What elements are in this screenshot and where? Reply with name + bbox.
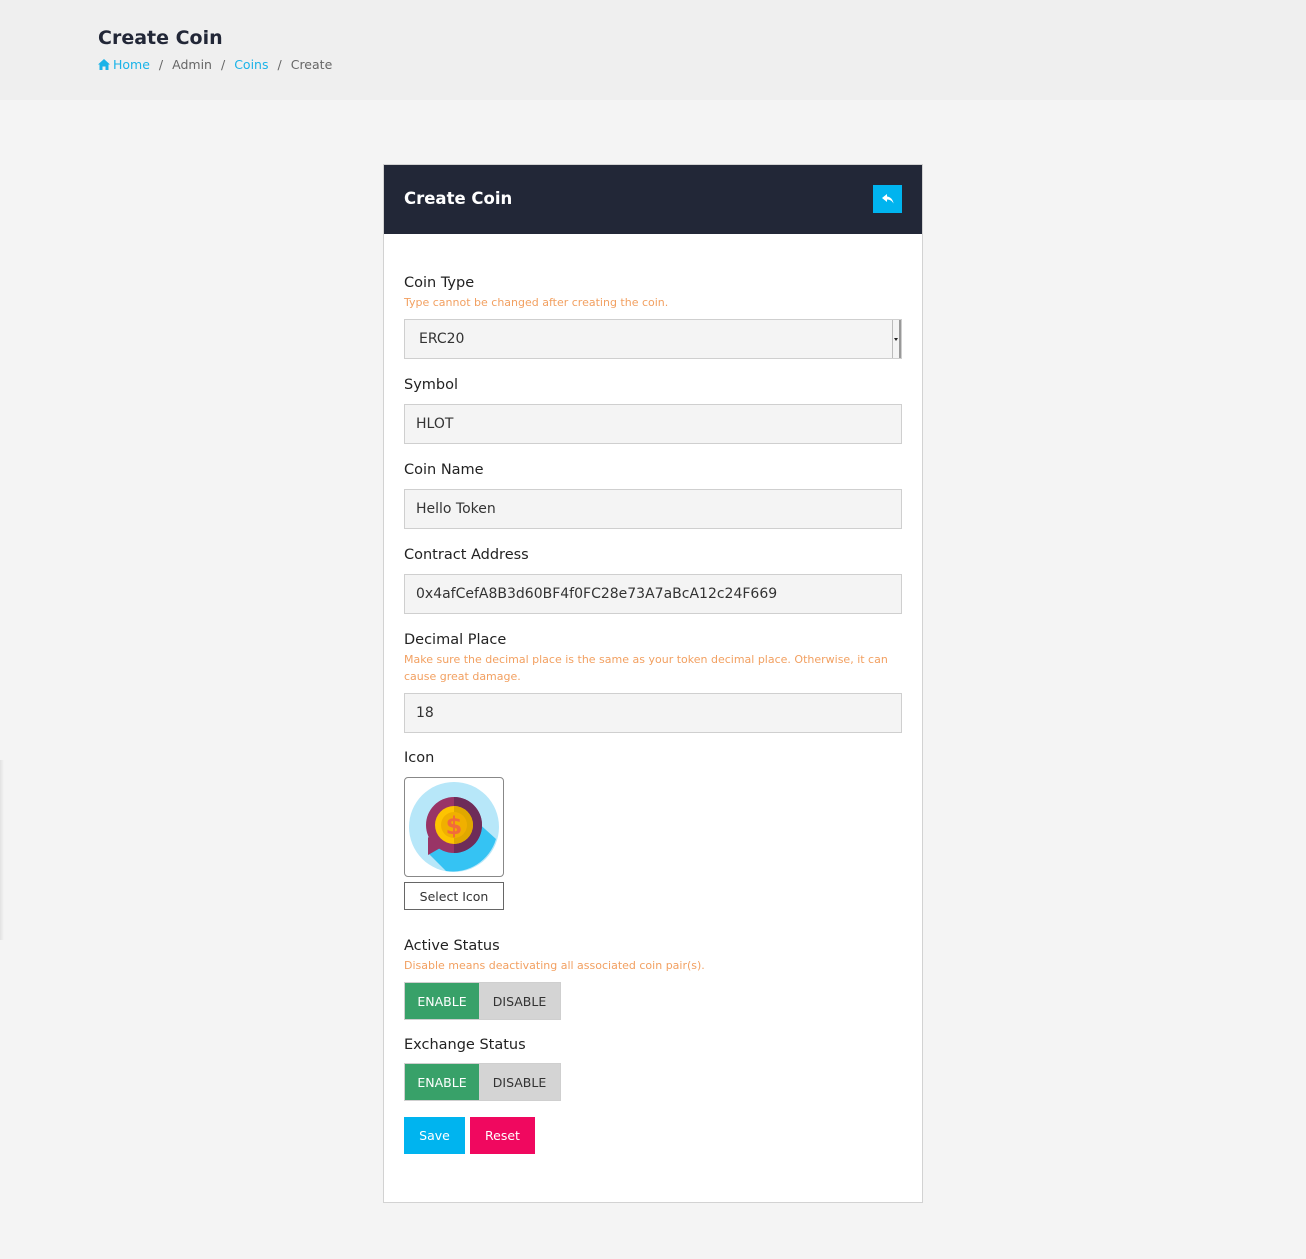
coin-type-value: ERC20 (419, 331, 465, 347)
coin-dollar-chat-icon: $ (409, 782, 499, 872)
decimal-place-hint: Make sure the decimal place is the same … (404, 653, 888, 683)
exchange-status-label: Exchange Status (404, 1037, 526, 1053)
coin-type-group: Coin Type Type cannot be changed after c… (404, 275, 902, 359)
card-title: Create Coin (404, 189, 513, 208)
active-status-disable[interactable]: DISABLE (479, 983, 560, 1019)
page-title: Create Coin (98, 27, 223, 49)
save-button[interactable]: Save (404, 1117, 465, 1154)
decimal-place-group: Decimal Place Make sure the decimal plac… (404, 632, 902, 733)
coin-name-group: Coin Name Hello Token (404, 462, 902, 529)
coin-name-input[interactable]: Hello Token (404, 489, 902, 529)
icon-label: Icon (404, 750, 435, 766)
breadcrumb-home[interactable]: Home (98, 57, 150, 72)
chevron-down-icon[interactable] (892, 320, 901, 358)
reply-arrow-icon (881, 194, 893, 204)
active-status-hint: Disable means deactivating all associate… (404, 959, 705, 972)
exchange-status-enable[interactable]: ENABLE (405, 1064, 479, 1100)
active-status-toggle: ENABLE DISABLE (404, 982, 561, 1020)
coin-type-label: Coin Type (404, 275, 475, 291)
back-button[interactable] (873, 185, 902, 213)
active-status-label: Active Status (404, 938, 500, 954)
symbol-input[interactable]: HLOT (404, 404, 902, 444)
symbol-label: Symbol (404, 377, 459, 393)
coin-type-hint: Type cannot be changed after creating th… (404, 296, 669, 309)
symbol-value: HLOT (416, 416, 454, 432)
select-icon-button[interactable]: Select Icon (404, 882, 504, 910)
form-actions: Save Reset (404, 1117, 902, 1154)
reset-button[interactable]: Reset (470, 1117, 535, 1154)
icon-group: Icon $ Select Icon (404, 750, 902, 910)
active-status-group: Active Status Disable means deactivating… (404, 938, 902, 1020)
coin-name-label: Coin Name (404, 462, 484, 478)
exchange-status-group: Exchange Status ENABLE DISABLE (404, 1037, 902, 1101)
exchange-status-toggle: ENABLE DISABLE (404, 1063, 561, 1101)
breadcrumb-home-label: Home (113, 57, 150, 72)
create-coin-card: Create Coin Coin Type Type cannot be cha… (383, 164, 923, 1203)
sidebar-edge-shadow (0, 760, 4, 940)
home-icon (98, 59, 110, 70)
contract-address-input[interactable]: 0x4afCefA8B3d60BF4f0FC28e73A7aBcA12c24F6… (404, 574, 902, 614)
icon-preview: $ (404, 777, 504, 877)
contract-address-group: Contract Address 0x4afCefA8B3d60BF4f0FC2… (404, 547, 902, 614)
page-header: Create Coin Home / Admin / Coins / Creat… (0, 0, 1306, 100)
coin-name-value: Hello Token (416, 501, 496, 517)
coin-type-select[interactable]: ERC20 (404, 319, 902, 359)
decimal-place-label: Decimal Place (404, 632, 507, 648)
symbol-group: Symbol HLOT (404, 377, 902, 444)
breadcrumb-admin: Admin (172, 57, 212, 72)
breadcrumb-separator: / (277, 57, 282, 72)
breadcrumb-separator: / (220, 57, 226, 72)
breadcrumb: Home / Admin / Coins / Create (98, 57, 332, 72)
coin-form: Coin Type Type cannot be changed after c… (384, 234, 922, 1154)
breadcrumb-separator: / (158, 57, 164, 72)
breadcrumb-create: Create (290, 57, 333, 72)
card-header: Create Coin (384, 165, 922, 234)
exchange-status-disable[interactable]: DISABLE (479, 1064, 560, 1100)
decimal-place-value: 18 (416, 705, 434, 721)
breadcrumb-coins[interactable]: Coins (234, 57, 268, 72)
svg-text:$: $ (446, 812, 463, 840)
contract-address-label: Contract Address (404, 547, 529, 563)
contract-address-value: 0x4afCefA8B3d60BF4f0FC28e73A7aBcA12c24F6… (416, 586, 778, 602)
active-status-enable[interactable]: ENABLE (405, 983, 479, 1019)
decimal-place-input[interactable]: 18 (404, 693, 902, 733)
